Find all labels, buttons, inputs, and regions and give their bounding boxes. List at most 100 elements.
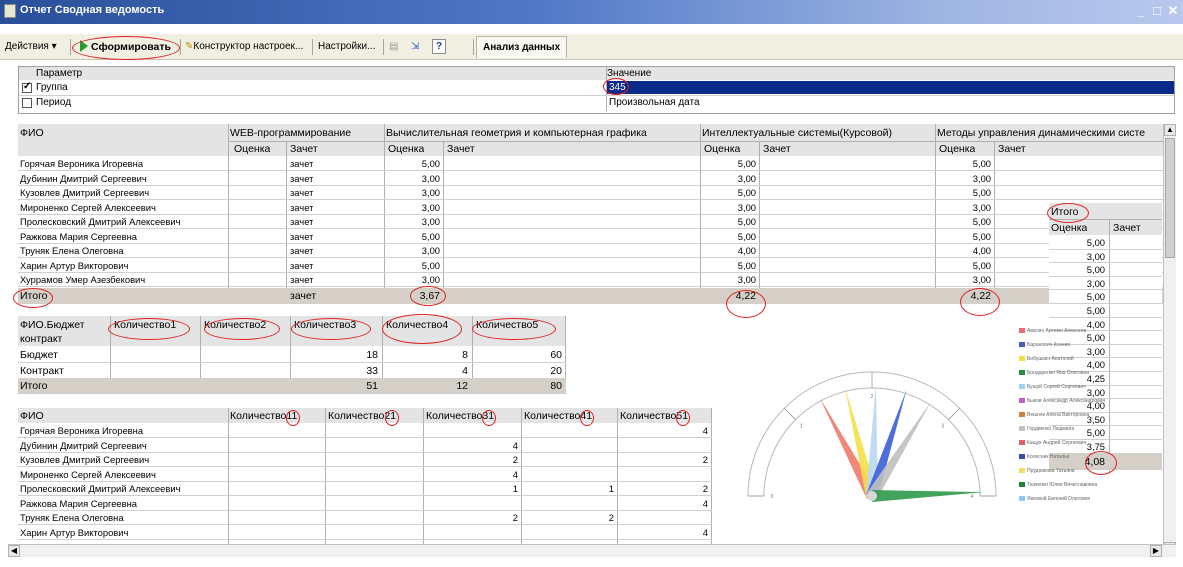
legend-swatch	[1019, 496, 1025, 501]
itogo-value: 5,00	[1086, 237, 1105, 248]
legend-label: Колесник Наталья	[1027, 453, 1070, 460]
student-name[interactable]: Харин Артур Викторович	[20, 527, 128, 539]
settings-button[interactable]: Настройки...	[318, 38, 375, 56]
close-button[interactable]: ✕	[1166, 3, 1180, 19]
legend-item: Бондаренко Яна Олеговна	[1019, 370, 1089, 376]
grades-total-label: Итого	[20, 290, 48, 302]
help-button[interactable]: ?	[432, 39, 446, 54]
student-name[interactable]: Харин Артур Викторович	[20, 260, 128, 272]
control-ocenka: 3,00	[972, 172, 991, 184]
budget-value: 12	[456, 380, 468, 392]
subject-header-geometry: Вычислительная геометрия и компьютерная …	[386, 127, 647, 139]
control-ocenka: 4,00	[972, 245, 991, 256]
geometry-total-value: 3,67	[419, 290, 440, 302]
legend-item: Янковой Евгений Олегович	[1019, 496, 1090, 502]
gauge-tick-label: 2	[871, 394, 874, 400]
control-ocenka: 5,00	[972, 187, 991, 198]
tab-data-analysis[interactable]: Анализ данных	[476, 36, 568, 58]
student-name[interactable]: Труняк Елена Олеговна	[20, 512, 124, 524]
quantity-col-header: Количество41	[524, 410, 593, 422]
parameters-header	[19, 67, 1174, 80]
student-name[interactable]: Мироненко Сергей Алексеевич	[20, 202, 156, 214]
student-name[interactable]: Горячая Вероника Игоревна	[20, 158, 143, 170]
horizontal-scrollbar[interactable]: ◀ ▶	[8, 544, 1176, 557]
row-divider	[18, 393, 566, 394]
legend-label: Быков Александр Александрович	[1027, 397, 1106, 404]
minimize-button[interactable]: _	[1134, 3, 1148, 18]
control-ocenka-header: Оценка	[939, 143, 976, 155]
quantity-value: 4	[512, 468, 518, 480]
vertical-scroll-thumb[interactable]	[1165, 138, 1175, 258]
student-name[interactable]: Кузовлев Дмитрий Сергеевич	[20, 187, 149, 199]
legend-label: Янковой Евгений Олегович	[1027, 495, 1091, 502]
itogo-title: Итого	[1051, 206, 1079, 218]
student-name[interactable]: Пролесковский Дмитрий Алексеевич	[20, 483, 180, 495]
col-divider	[1109, 219, 1110, 473]
web-zachet: зачет	[290, 187, 314, 198]
budget-col-header: Количество3	[294, 319, 357, 331]
quantity-col-header: Количество11	[230, 410, 298, 422]
student-name[interactable]: Хуррамов Умер Азезбекович	[20, 274, 145, 286]
student-name[interactable]: Ражкова Мария Сергеевна	[20, 231, 137, 243]
legend-item: Вешняк Алена Викторовна	[1019, 412, 1089, 418]
row-divider	[18, 242, 1163, 244]
window-title: Отчет Сводная ведомость	[20, 4, 165, 16]
period-checkbox[interactable]	[22, 98, 32, 108]
intelligent-ocenka: 5,00	[737, 259, 756, 271]
scroll-up-icon[interactable]: ▲	[1164, 124, 1176, 136]
group-value: 345	[609, 82, 626, 93]
scroll-left-icon[interactable]: ◀	[8, 545, 20, 557]
web-zachet: зачет	[290, 158, 314, 169]
scroll-right-icon[interactable]: ▶	[1150, 545, 1162, 557]
student-name[interactable]: Пролесковский Дмитрий Алексеевич	[20, 216, 180, 228]
control-ocenka: 5,00	[972, 259, 991, 271]
legend-swatch	[1019, 384, 1025, 389]
control-ocenka: 5,00	[972, 158, 991, 169]
group-value-cell[interactable]	[607, 81, 1174, 94]
student-name[interactable]: Кузовлев Дмитрий Сергеевич	[20, 454, 149, 466]
geometry-ocenka: 5,00	[421, 259, 440, 271]
subject-header-intelligent: Интеллектуальные системы(Курсовой)	[702, 127, 893, 139]
row-divider	[18, 199, 1163, 200]
legend-item: Прудникова Татьяна	[1019, 468, 1075, 474]
legend-swatch	[1019, 342, 1025, 347]
group-checkbox[interactable]: ✓	[22, 81, 32, 93]
student-name[interactable]: Мироненко Сергей Алексеевич	[20, 469, 156, 481]
itogo-value: 3,00	[1086, 277, 1105, 289]
quantity-value: 2	[702, 454, 708, 465]
legend-item: Ткаченко Юлия Вячеславовна	[1019, 482, 1097, 488]
budget-col-header: Количество2	[204, 319, 267, 331]
student-name[interactable]: Дубинин Дмитрий Сергеевич	[20, 173, 147, 185]
export-icon[interactable]: ⇲	[411, 38, 419, 56]
settings-constructor-button[interactable]: ✎Конструктор настроек...	[185, 38, 303, 56]
maximize-button[interactable]: □	[1150, 3, 1164, 18]
budget-value: 33	[366, 364, 378, 377]
quantity-value: 1	[512, 483, 518, 494]
intelligent-ocenka: 5,00	[737, 216, 756, 227]
value-column-header: Значение	[607, 68, 652, 79]
legend-swatch	[1019, 370, 1025, 375]
geometry-ocenka: 3,00	[421, 274, 440, 285]
row-divider	[18, 170, 1163, 171]
web-zachet: зачет	[290, 274, 314, 285]
student-name[interactable]: Труняк Елена Олеговна	[20, 245, 124, 257]
quantity-value: 2	[702, 483, 708, 494]
legend-swatch	[1019, 328, 1025, 333]
intelligent-ocenka-header: Оценка	[704, 143, 741, 155]
generate-button[interactable]: Сформировать	[80, 38, 171, 56]
row-divider	[18, 286, 1163, 287]
intelligent-zachet-header: Зачет	[763, 143, 791, 155]
legend-swatch	[1019, 454, 1025, 459]
period-param-name: Период	[36, 97, 72, 108]
actions-menu[interactable]: Действия ▾	[5, 38, 57, 56]
vertical-scrollbar[interactable]: ▲ ▼	[1163, 124, 1176, 556]
intelligent-ocenka: 5,00	[737, 230, 756, 242]
student-name[interactable]: Ражкова Мария Сергеевна	[20, 498, 137, 510]
toolbar-divider	[70, 39, 71, 55]
geometry-ocenka: 3,00	[421, 187, 440, 198]
copy-icon[interactable]: ▤	[389, 38, 398, 56]
student-name[interactable]: Дубинин Дмитрий Сергеевич	[20, 440, 147, 452]
budget-col-header: Количество4	[386, 319, 449, 331]
student-name[interactable]: Горячая Вероника Игоревна	[20, 425, 143, 437]
report-icon	[4, 4, 16, 18]
